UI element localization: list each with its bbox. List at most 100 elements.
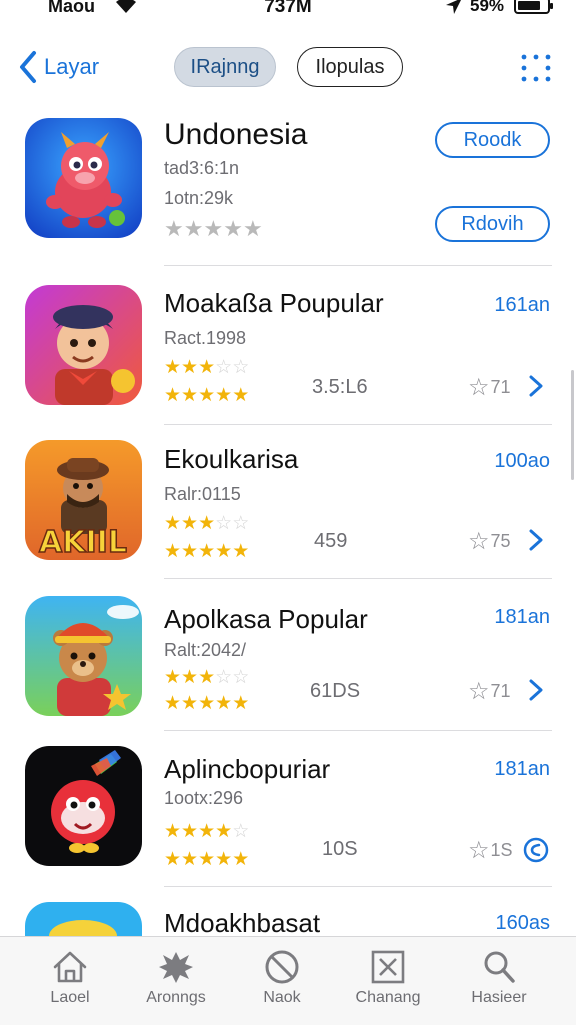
tab-bar: Laoel Aronngs Naok Chanang Hasieer — [0, 936, 576, 1025]
star-outline-icon: ☆ — [468, 678, 490, 705]
segment-popular[interactable]: Ilopulas — [297, 47, 403, 87]
star-icon: ☆ — [215, 513, 233, 534]
primary-action-button[interactable]: Roodk — [435, 122, 550, 158]
list-item[interactable]: Aplincbopuriar 1ootx:296 ★★★★☆ ★★★★★ 10S… — [0, 742, 576, 892]
splat-icon — [159, 952, 193, 983]
list-item-partial[interactable]: Mdoakhbasat 160as — [0, 898, 576, 936]
favorite-count: ☆ 71 — [468, 373, 511, 402]
star-icon: ☆ — [232, 821, 250, 842]
star-icon: ★ — [215, 385, 233, 406]
rating-stars-row1: ★★★☆☆ — [164, 358, 249, 377]
app-name: Moakaßa Poupular — [164, 288, 384, 318]
star-icon: ★ — [181, 385, 199, 406]
star-icon: ★ — [164, 216, 184, 241]
tab-label: Aronngs — [146, 989, 206, 1006]
status-bar: Maou 737M 59% — [0, 0, 576, 22]
app-size: 100ao — [494, 450, 550, 472]
star-icon: ★ — [198, 849, 216, 870]
app-icon-partial[interactable] — [25, 902, 142, 936]
star-icon: ★ — [164, 849, 182, 870]
battery-percent: 59% — [470, 0, 505, 15]
star-icon: ★ — [181, 849, 199, 870]
rating-stars-row1: ★★★★☆ — [164, 822, 249, 841]
app-icon-hunter[interactable]: AKIIL — [25, 440, 142, 560]
star-icon: ☆ — [215, 667, 233, 688]
chevron-right-icon[interactable] — [526, 528, 546, 557]
divider — [164, 578, 552, 579]
rating-stars-row2: ★★★★★ — [164, 850, 249, 869]
star-icon: ★ — [164, 693, 182, 714]
app-meta-primary: tad3:6:1n — [164, 158, 240, 178]
rating-stars-row2: ★★★★★ — [164, 386, 249, 405]
star-icon: ★ — [164, 513, 182, 534]
back-label: Layar — [44, 54, 100, 79]
rating-stars-row1: ★★★☆☆ — [164, 668, 249, 687]
rating-score: 10S — [322, 838, 358, 860]
tab-label: Laoel — [50, 989, 90, 1006]
tab-block[interactable]: Naok — [234, 947, 330, 1007]
scroll-indicator[interactable] — [571, 370, 574, 480]
star-icon: ★ — [181, 513, 199, 534]
list-item[interactable]: Apolkasa Popular Ralt:2042/ ★★★☆☆ ★★★★★ … — [0, 592, 576, 732]
rating-stars-row2: ★★★★★ — [164, 694, 249, 713]
back-button[interactable]: Layar — [18, 50, 99, 84]
close-box-icon — [371, 950, 405, 984]
favorite-count: ☆ 1S — [468, 836, 513, 865]
star-outline-icon: ☆ — [468, 837, 490, 864]
star-icon: ☆ — [232, 513, 250, 534]
tab-label: Chanang — [355, 989, 421, 1006]
tab-arena[interactable]: Aronngs — [128, 947, 224, 1007]
star-icon: ★ — [181, 357, 199, 378]
grid-menu-icon[interactable] — [516, 51, 556, 85]
favorite-count-value: 75 — [490, 531, 511, 551]
app-meta: Ralr:0115 — [164, 484, 241, 504]
star-icon: ★ — [232, 541, 250, 562]
rating-stars-row1: ★★★☆☆ — [164, 514, 249, 533]
list-item[interactable]: AKIIL Ekoulkarisa Ralr:0115 ★★★☆☆ ★★★★★ … — [0, 436, 576, 576]
chevron-left-icon — [20, 51, 36, 83]
rating-score: 459 — [314, 530, 348, 552]
star-icon: ★ — [164, 357, 182, 378]
svg-text:AKIIL: AKIIL — [39, 525, 127, 560]
favorite-count: ☆ 75 — [468, 527, 511, 556]
home-icon — [53, 951, 87, 983]
star-icon: ★ — [181, 541, 199, 562]
star-icon: ★ — [198, 357, 216, 378]
app-size: 161an — [494, 294, 550, 316]
tab-search[interactable]: Hasieer — [451, 947, 547, 1007]
search-icon — [484, 951, 515, 983]
star-icon: ★ — [164, 385, 182, 406]
tab-label: Naok — [263, 989, 301, 1006]
featured-app-row[interactable]: Undonesia tad3:6:1n 1otn:29k ★★★★★ Roodk… — [0, 112, 576, 262]
star-icon: ★ — [215, 821, 233, 842]
app-icon-bear[interactable] — [25, 596, 142, 716]
app-size: 160as — [495, 912, 551, 934]
refresh-circle-icon[interactable] — [522, 836, 550, 869]
rating-score: 3.5:L6 — [312, 376, 368, 398]
tab-home[interactable]: Laoel — [22, 947, 118, 1007]
chevron-right-icon[interactable] — [526, 374, 546, 403]
rating-score: 61DS — [310, 680, 361, 702]
app-icon-bird[interactable] — [25, 746, 142, 866]
app-name: Aplincbopuriar — [164, 754, 331, 784]
list-item[interactable]: Moakaßa Poupular Ract.1998 ★★★☆☆ ★★★★★ 3… — [0, 280, 576, 420]
app-name: Mdoakhbasat — [164, 908, 321, 936]
app-meta-secondary: 1otn:29k — [164, 188, 234, 208]
star-icon: ★ — [232, 849, 250, 870]
tab-label: Hasieer — [471, 989, 527, 1006]
divider — [164, 730, 552, 731]
chevron-right-icon[interactable] — [526, 678, 546, 707]
tab-channel[interactable]: Chanang — [340, 947, 436, 1007]
app-icon-boy[interactable] — [25, 285, 142, 405]
app-icon-dragon[interactable] — [25, 118, 142, 238]
star-icon: ★ — [164, 541, 182, 562]
app-name: Apolkasa Popular — [164, 604, 368, 634]
star-icon: ★ — [198, 667, 216, 688]
star-icon: ★ — [198, 385, 216, 406]
app-meta: Ract.1998 — [164, 328, 247, 348]
segment-rating[interactable]: IRajnng — [174, 47, 276, 87]
star-icon: ★ — [198, 821, 216, 842]
secondary-action-button[interactable]: Rdovih — [435, 206, 550, 242]
divider — [164, 265, 552, 266]
star-icon: ★ — [198, 513, 216, 534]
